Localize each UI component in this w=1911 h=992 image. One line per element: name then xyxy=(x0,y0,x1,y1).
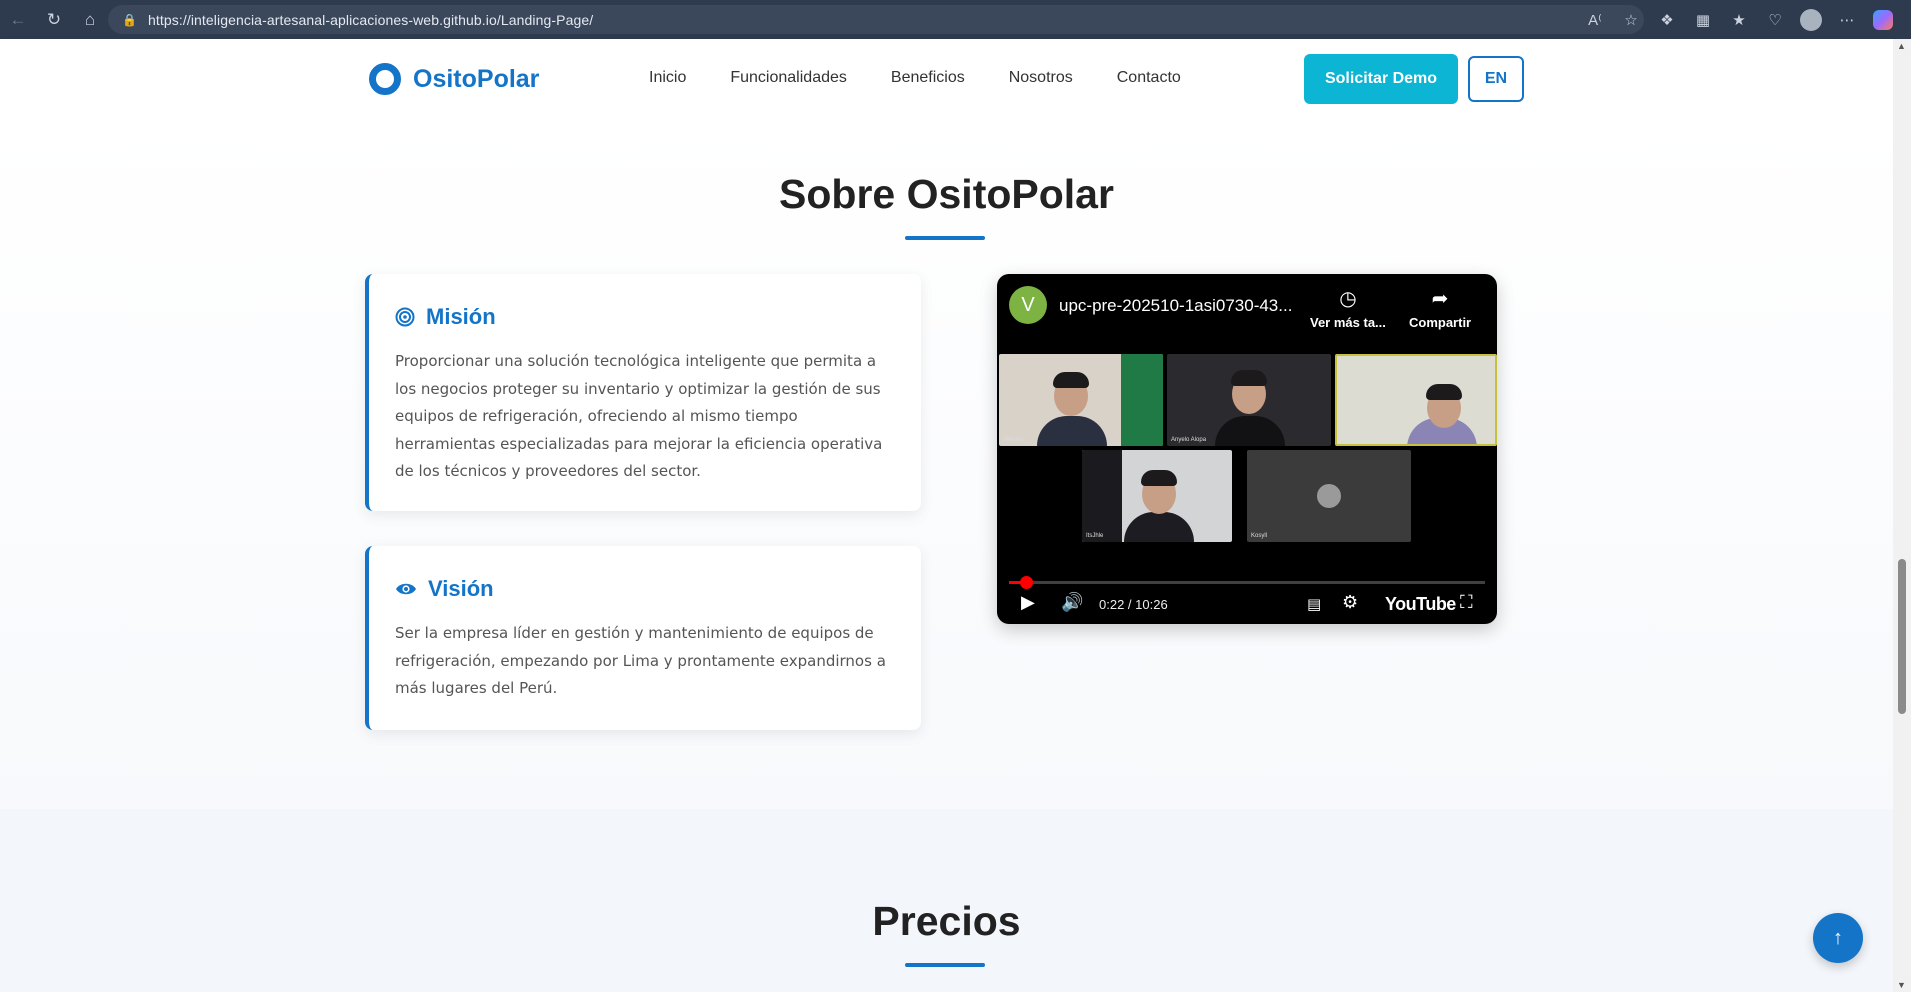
home-icon[interactable]: ⌂ xyxy=(72,0,108,39)
favorites-icon[interactable]: ★ xyxy=(1721,0,1757,39)
more-icon[interactable]: ⋯ xyxy=(1829,0,1865,39)
copilot-icon[interactable] xyxy=(1865,0,1901,39)
about-title: Sobre OsitoPolar xyxy=(779,171,1114,217)
scroll-to-top-button[interactable]: ↑ xyxy=(1813,913,1863,963)
share-button[interactable]: ➦ Compartir xyxy=(1409,286,1471,330)
language-toggle-button[interactable]: EN xyxy=(1468,56,1524,102)
share-label: Compartir xyxy=(1409,315,1472,330)
site-header: OsitoPolar Inicio Funcionalidades Benefi… xyxy=(0,39,1893,119)
back-icon[interactable]: ← xyxy=(0,0,36,39)
participant-tile: ItsJhle xyxy=(1082,450,1232,542)
request-demo-button[interactable]: Solicitar Demo xyxy=(1304,54,1458,104)
scroll-up-arrow-icon[interactable]: ▲ xyxy=(1897,41,1906,51)
subtitles-icon[interactable]: ▤ xyxy=(1307,595,1321,613)
address-bar[interactable]: 🔒 https://inteligencia-artesanal-aplicac… xyxy=(108,5,1644,34)
pricing-section: Precios xyxy=(0,809,1893,992)
watch-later-button[interactable]: ◷ Ver más ta... xyxy=(1310,286,1386,330)
mission-card: Misión Proporcionar una solución tecnoló… xyxy=(365,274,921,511)
vision-heading-row: Visión xyxy=(395,576,891,602)
play-icon[interactable]: ▶ xyxy=(1021,592,1035,613)
browser-toolbar: ← ↻ ⌂ 🔒 https://inteligencia-artesanal-a… xyxy=(0,0,1911,39)
scroll-down-arrow-icon[interactable]: ▼ xyxy=(1897,980,1906,990)
nav-nosotros[interactable]: Nosotros xyxy=(1009,69,1073,87)
mission-heading-row: Misión xyxy=(395,304,891,330)
video-time: 0:22 / 10:26 xyxy=(1099,597,1168,612)
nav-inicio[interactable]: Inicio xyxy=(649,69,686,87)
video-progress-bar[interactable] xyxy=(1009,576,1485,589)
logo-ring-icon xyxy=(369,63,401,95)
brand-name: OsitoPolar xyxy=(413,64,540,93)
url-text: https://inteligencia-artesanal-aplicacio… xyxy=(148,11,594,28)
pricing-title-underline xyxy=(905,963,985,967)
vision-heading: Visión xyxy=(428,576,494,601)
favorite-star-icon[interactable]: ☆ xyxy=(1613,0,1649,39)
eye-icon xyxy=(396,583,416,595)
nav-beneficios[interactable]: Beneficios xyxy=(891,69,965,87)
target-icon xyxy=(395,307,415,327)
volume-icon[interactable]: 🔊 xyxy=(1061,592,1083,613)
participant-tile: Lospirabdleybdeiwah xyxy=(1335,354,1497,446)
browser-actions: A⁽ ☆ ❖ ▦ ★ ♡ ⋯ xyxy=(1577,0,1901,39)
vision-text: Ser la empresa líder en gestión y manten… xyxy=(395,624,886,697)
participant-label: Kosyll xyxy=(1251,533,1268,539)
channel-avatar[interactable]: V xyxy=(1009,286,1047,324)
split-screen-icon[interactable]: ▦ xyxy=(1685,0,1721,39)
settings-gear-icon[interactable]: ⚙ xyxy=(1342,592,1358,613)
main-nav: Inicio Funcionalidades Beneficios Nosotr… xyxy=(649,69,1181,87)
brand-logo[interactable]: OsitoPolar xyxy=(369,63,539,95)
pricing-title: Precios xyxy=(872,898,1021,944)
profile-icon[interactable] xyxy=(1793,0,1829,39)
about-section: Sobre OsitoPolar Misión Proporcionar una… xyxy=(0,119,1893,809)
extensions-icon[interactable]: ❖ xyxy=(1649,0,1685,39)
clock-icon: ◷ xyxy=(1339,288,1357,310)
lock-icon: 🔒 xyxy=(122,12,137,27)
watch-later-label: Ver más ta... xyxy=(1310,315,1386,330)
scrollbar-thumb[interactable] xyxy=(1898,559,1906,714)
progress-scrubber[interactable] xyxy=(1019,576,1033,589)
nav-contacto[interactable]: Contacto xyxy=(1117,69,1181,87)
nav-funcionalidades[interactable]: Funcionalidades xyxy=(730,69,847,87)
player-controls: ▶ 🔊 0:22 / 10:26 ▤ ⚙ YouTube ⛶ xyxy=(997,592,1497,620)
vision-card: Visión Ser la empresa líder en gestión y… xyxy=(365,546,921,730)
youtube-video-embed[interactable]: V upc-pre-202510-1asi0730-43... ◷ Ver má… xyxy=(997,274,1497,624)
participant-label: Vilmaro xyxy=(1003,437,1024,443)
read-aloud-icon[interactable]: A⁽ xyxy=(1577,0,1613,39)
page-scrollbar[interactable]: ▲ ▼ xyxy=(1893,39,1911,992)
mission-heading: Misión xyxy=(426,304,496,329)
youtube-logo[interactable]: YouTube xyxy=(1385,594,1456,615)
fullscreen-icon[interactable]: ⛶ xyxy=(1460,592,1473,613)
participant-tile: Vilmaro xyxy=(999,354,1163,446)
participant-label: Lospirabdleybdeiwah xyxy=(1341,435,1398,441)
participant-tile: Kosyll xyxy=(1247,450,1411,542)
video-title[interactable]: upc-pre-202510-1asi0730-43... xyxy=(1059,296,1292,316)
participant-label: ItsJhle xyxy=(1086,533,1104,539)
refresh-icon[interactable]: ↻ xyxy=(36,0,72,39)
participant-label: Anyelo Alopa xyxy=(1171,437,1207,443)
mission-text: Proporcionar una solución tecnológica in… xyxy=(395,352,883,480)
share-arrow-icon: ➦ xyxy=(1431,288,1449,310)
browser-essentials-icon[interactable]: ♡ xyxy=(1757,0,1793,39)
participant-tile: Anyelo Alopa xyxy=(1167,354,1331,446)
about-title-underline xyxy=(905,236,985,240)
arrow-up-icon: ↑ xyxy=(1833,926,1843,949)
